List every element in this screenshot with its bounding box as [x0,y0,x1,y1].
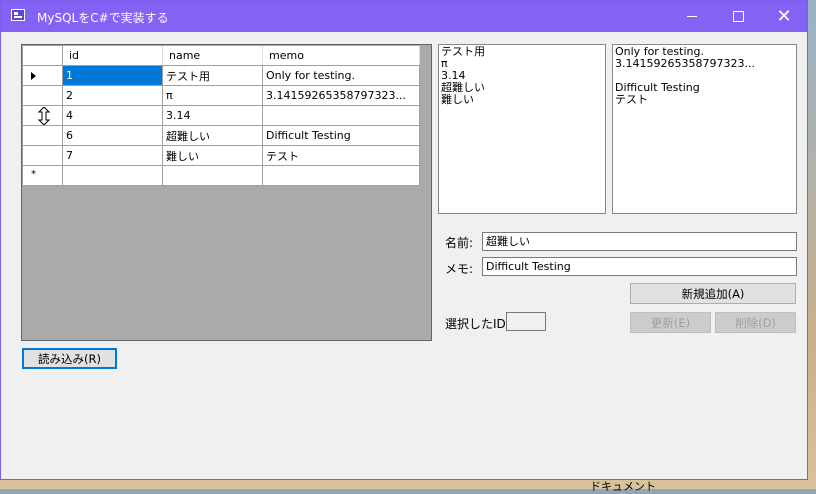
grid-cell-name[interactable]: 難しい [162,145,263,166]
grid-cell-id[interactable]: 4 [62,105,163,126]
list-item[interactable]: テスト用 [441,46,603,58]
list-item[interactable]: Difficult Testing [615,82,794,94]
memo-listbox[interactable]: Only for testing. 3.14159265358797323...… [612,44,797,214]
app-window: MySQLをC#で実装する ✕ id name memo 1 テスト用 Only… [0,0,808,480]
list-item[interactable]: 難しい [441,94,603,106]
minimize-icon [687,16,697,17]
grid-header-row: id name memo [22,45,420,66]
list-item[interactable]: 3.14 [441,70,603,82]
close-button[interactable]: ✕ [761,1,807,32]
row-header[interactable]: * [22,165,63,186]
maximize-button[interactable] [715,1,761,32]
minimize-button[interactable] [669,1,715,32]
grid-cell-name[interactable] [162,165,263,186]
selected-id-field[interactable] [506,312,546,331]
grid-cell-memo[interactable] [262,105,420,126]
table-row[interactable]: 4 3.14 [22,105,420,126]
grid-cell-name[interactable]: 超難しい [162,125,263,146]
data-grid-table: id name memo 1 テスト用 Only for testing. 2 … [22,45,420,186]
app-icon [11,9,25,21]
add-button[interactable]: 新規追加(A) [630,283,796,304]
memo-field[interactable]: Difficult Testing [482,257,797,276]
maximize-icon [732,11,744,22]
grid-cell-id[interactable]: 6 [62,125,163,146]
update-button[interactable]: 更新(E) [630,312,711,333]
name-field[interactable]: 超難しい [482,232,797,251]
name-label: 名前: [445,236,474,250]
row-resize-cursor-icon [37,107,51,125]
grid-cell-memo[interactable]: Difficult Testing [262,125,420,146]
list-item[interactable]: π [441,58,603,70]
grid-cell-name[interactable]: 3.14 [162,105,263,126]
window-title: MySQLをC#で実装する [37,11,169,25]
load-button[interactable]: 読み込み(R) [22,348,117,369]
grid-cell-id[interactable]: 1 [62,65,163,86]
row-header[interactable] [22,105,63,126]
table-row[interactable]: 1 テスト用 Only for testing. [22,65,420,86]
row-header[interactable] [22,125,63,146]
background-document-label: ドキュメント [590,480,656,493]
grid-corner-header[interactable] [22,45,63,66]
memo-label: メモ: [445,262,474,276]
grid-cell-memo[interactable]: Only for testing. [262,65,420,86]
delete-button[interactable]: 削除(D) [715,312,796,333]
grid-cell-memo[interactable] [262,165,420,186]
name-listbox[interactable]: テスト用 π 3.14 超難しい 難しい [438,44,606,214]
column-header-id[interactable]: id [62,45,163,66]
data-grid[interactable]: id name memo 1 テスト用 Only for testing. 2 … [21,44,432,341]
new-row-star-icon: * [31,169,36,180]
table-row[interactable]: 2 π 3.14159265358797323... [22,85,420,106]
list-item[interactable] [615,70,794,82]
close-icon: ✕ [776,5,792,27]
list-item[interactable]: テスト [615,94,794,106]
list-item[interactable]: Only for testing. [615,46,794,58]
table-row[interactable]: 6 超難しい Difficult Testing [22,125,420,146]
list-item[interactable]: 超難しい [441,82,603,94]
current-row-arrow-icon [31,72,36,80]
row-header[interactable] [22,65,63,86]
new-row[interactable]: * [22,165,420,186]
selected-id-label: 選択したID: [445,317,510,331]
grid-cell-id[interactable] [62,165,163,186]
table-row[interactable]: 7 難しい テスト [22,145,420,166]
row-header[interactable] [22,145,63,166]
grid-cell-name[interactable]: π [162,85,263,106]
grid-cell-id[interactable]: 7 [62,145,163,166]
title-bar[interactable]: MySQLをC#で実装する ✕ [1,1,807,32]
grid-cell-memo[interactable]: テスト [262,145,420,166]
list-item[interactable]: 3.14159265358797323... [615,58,794,70]
grid-cell-id[interactable]: 2 [62,85,163,106]
row-header[interactable] [22,85,63,106]
column-header-name[interactable]: name [162,45,263,66]
grid-cell-memo[interactable]: 3.14159265358797323... [262,85,420,106]
column-header-memo[interactable]: memo [262,45,420,66]
grid-cell-name[interactable]: テスト用 [162,65,263,86]
